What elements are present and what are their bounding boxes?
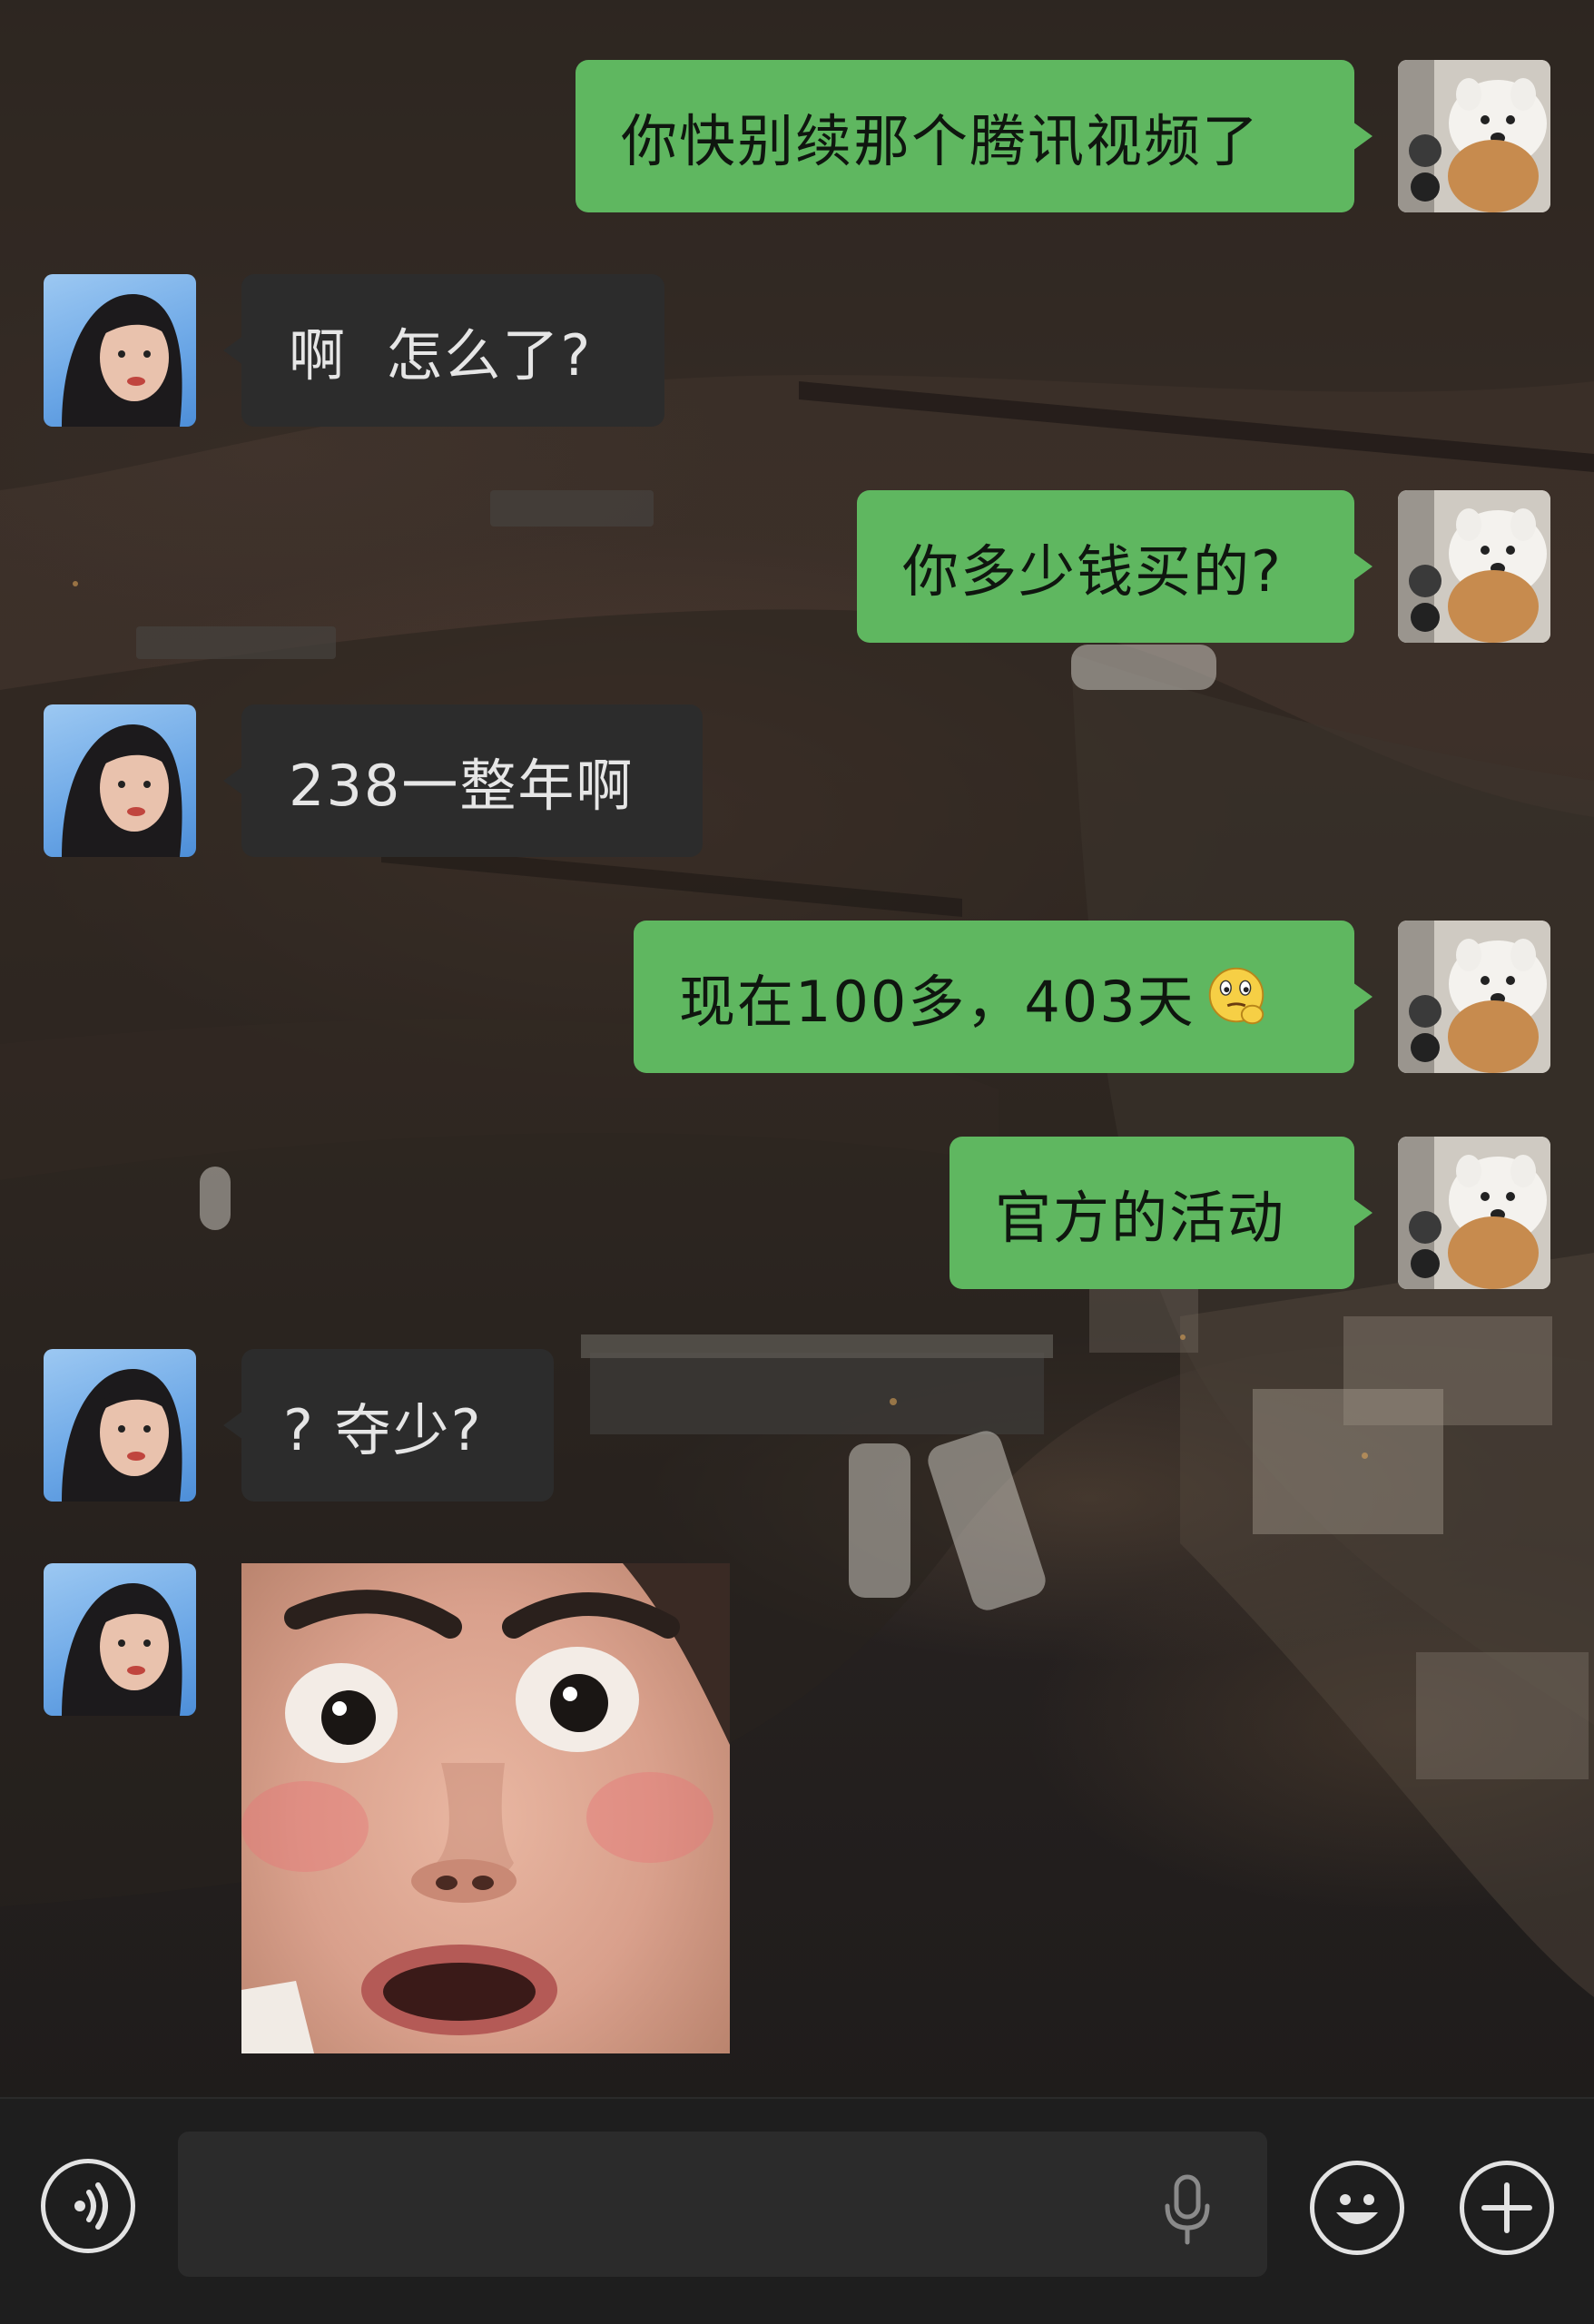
contact-avatar[interactable] bbox=[44, 274, 196, 427]
bubble-tail bbox=[1353, 1198, 1373, 1227]
city-light bbox=[1362, 1452, 1368, 1459]
emoji-icon bbox=[1336, 2194, 1378, 2224]
my-avatar[interactable] bbox=[1398, 60, 1550, 212]
message-bubble-sent[interactable]: 你多少钱买的? bbox=[857, 490, 1354, 643]
message-input[interactable] bbox=[178, 2132, 1267, 2277]
message-text: 现在100多，403天 bbox=[679, 969, 1196, 1035]
my-avatar[interactable] bbox=[1398, 1137, 1550, 1289]
my-avatar[interactable] bbox=[1398, 921, 1550, 1073]
message-bubble-sent[interactable]: 官方的活动 bbox=[950, 1137, 1354, 1289]
microphone-button[interactable] bbox=[1155, 2171, 1220, 2248]
city-light bbox=[890, 1398, 897, 1405]
message-text: 你多少钱买的? bbox=[902, 538, 1283, 605]
girl-avatar-icon bbox=[62, 1582, 182, 1716]
message-bubble-received[interactable]: 238一整年啊 bbox=[241, 704, 703, 857]
shocked-face-sticker[interactable] bbox=[241, 1563, 730, 2053]
microphone-icon bbox=[1165, 2174, 1210, 2245]
contact-avatar[interactable] bbox=[44, 704, 196, 857]
bubble-tail bbox=[1353, 982, 1373, 1011]
girl-avatar-icon bbox=[62, 293, 182, 427]
dog-avatar-icon bbox=[1398, 490, 1550, 643]
pier bbox=[490, 490, 654, 527]
shocked-face-icon bbox=[241, 1563, 730, 2053]
bubble-tail bbox=[1353, 552, 1373, 581]
dog-avatar-icon bbox=[1398, 60, 1550, 212]
emoji-button[interactable] bbox=[1310, 2161, 1404, 2255]
thinking-face-emoji-icon bbox=[1208, 967, 1264, 1025]
city-light bbox=[1180, 1334, 1186, 1340]
my-avatar[interactable] bbox=[1398, 490, 1550, 643]
contact-avatar[interactable] bbox=[44, 1349, 196, 1502]
city-light bbox=[73, 581, 78, 586]
message-bubble-sent[interactable]: 现在100多，403天 bbox=[634, 921, 1354, 1073]
voice-mode-button[interactable] bbox=[41, 2159, 135, 2253]
message-text: ? 夺少? bbox=[283, 1397, 483, 1463]
dog-avatar-icon bbox=[1398, 921, 1550, 1073]
message-bubble-sent[interactable]: 你快别续那个腾讯视频了 bbox=[576, 60, 1354, 212]
bubble-tail bbox=[223, 766, 243, 795]
input-bar bbox=[0, 2097, 1594, 2324]
dog-avatar-icon bbox=[1398, 1137, 1550, 1289]
message-text: 官方的活动 bbox=[995, 1185, 1286, 1251]
plus-icon bbox=[1481, 2182, 1532, 2233]
pier bbox=[136, 626, 336, 659]
girl-avatar-icon bbox=[62, 1368, 182, 1502]
ferry bbox=[849, 1443, 910, 1598]
ferry bbox=[200, 1167, 231, 1230]
bubble-tail bbox=[223, 1411, 243, 1440]
message-text: 啊 怎么了? bbox=[289, 322, 593, 389]
message-bubble-received[interactable]: ? 夺少? bbox=[241, 1349, 554, 1502]
more-button[interactable] bbox=[1460, 2161, 1554, 2255]
voice-mode-icon bbox=[74, 2182, 108, 2230]
message-bubble-received[interactable]: 啊 怎么了? bbox=[241, 274, 664, 427]
bubble-tail bbox=[223, 336, 243, 365]
ferry bbox=[1071, 645, 1216, 690]
message-text: 238一整年啊 bbox=[289, 753, 635, 819]
contact-avatar[interactable] bbox=[44, 1563, 196, 1716]
message-text: 你快别续那个腾讯视频了 bbox=[621, 108, 1261, 174]
girl-avatar-icon bbox=[62, 724, 182, 857]
bubble-tail bbox=[1353, 122, 1373, 151]
